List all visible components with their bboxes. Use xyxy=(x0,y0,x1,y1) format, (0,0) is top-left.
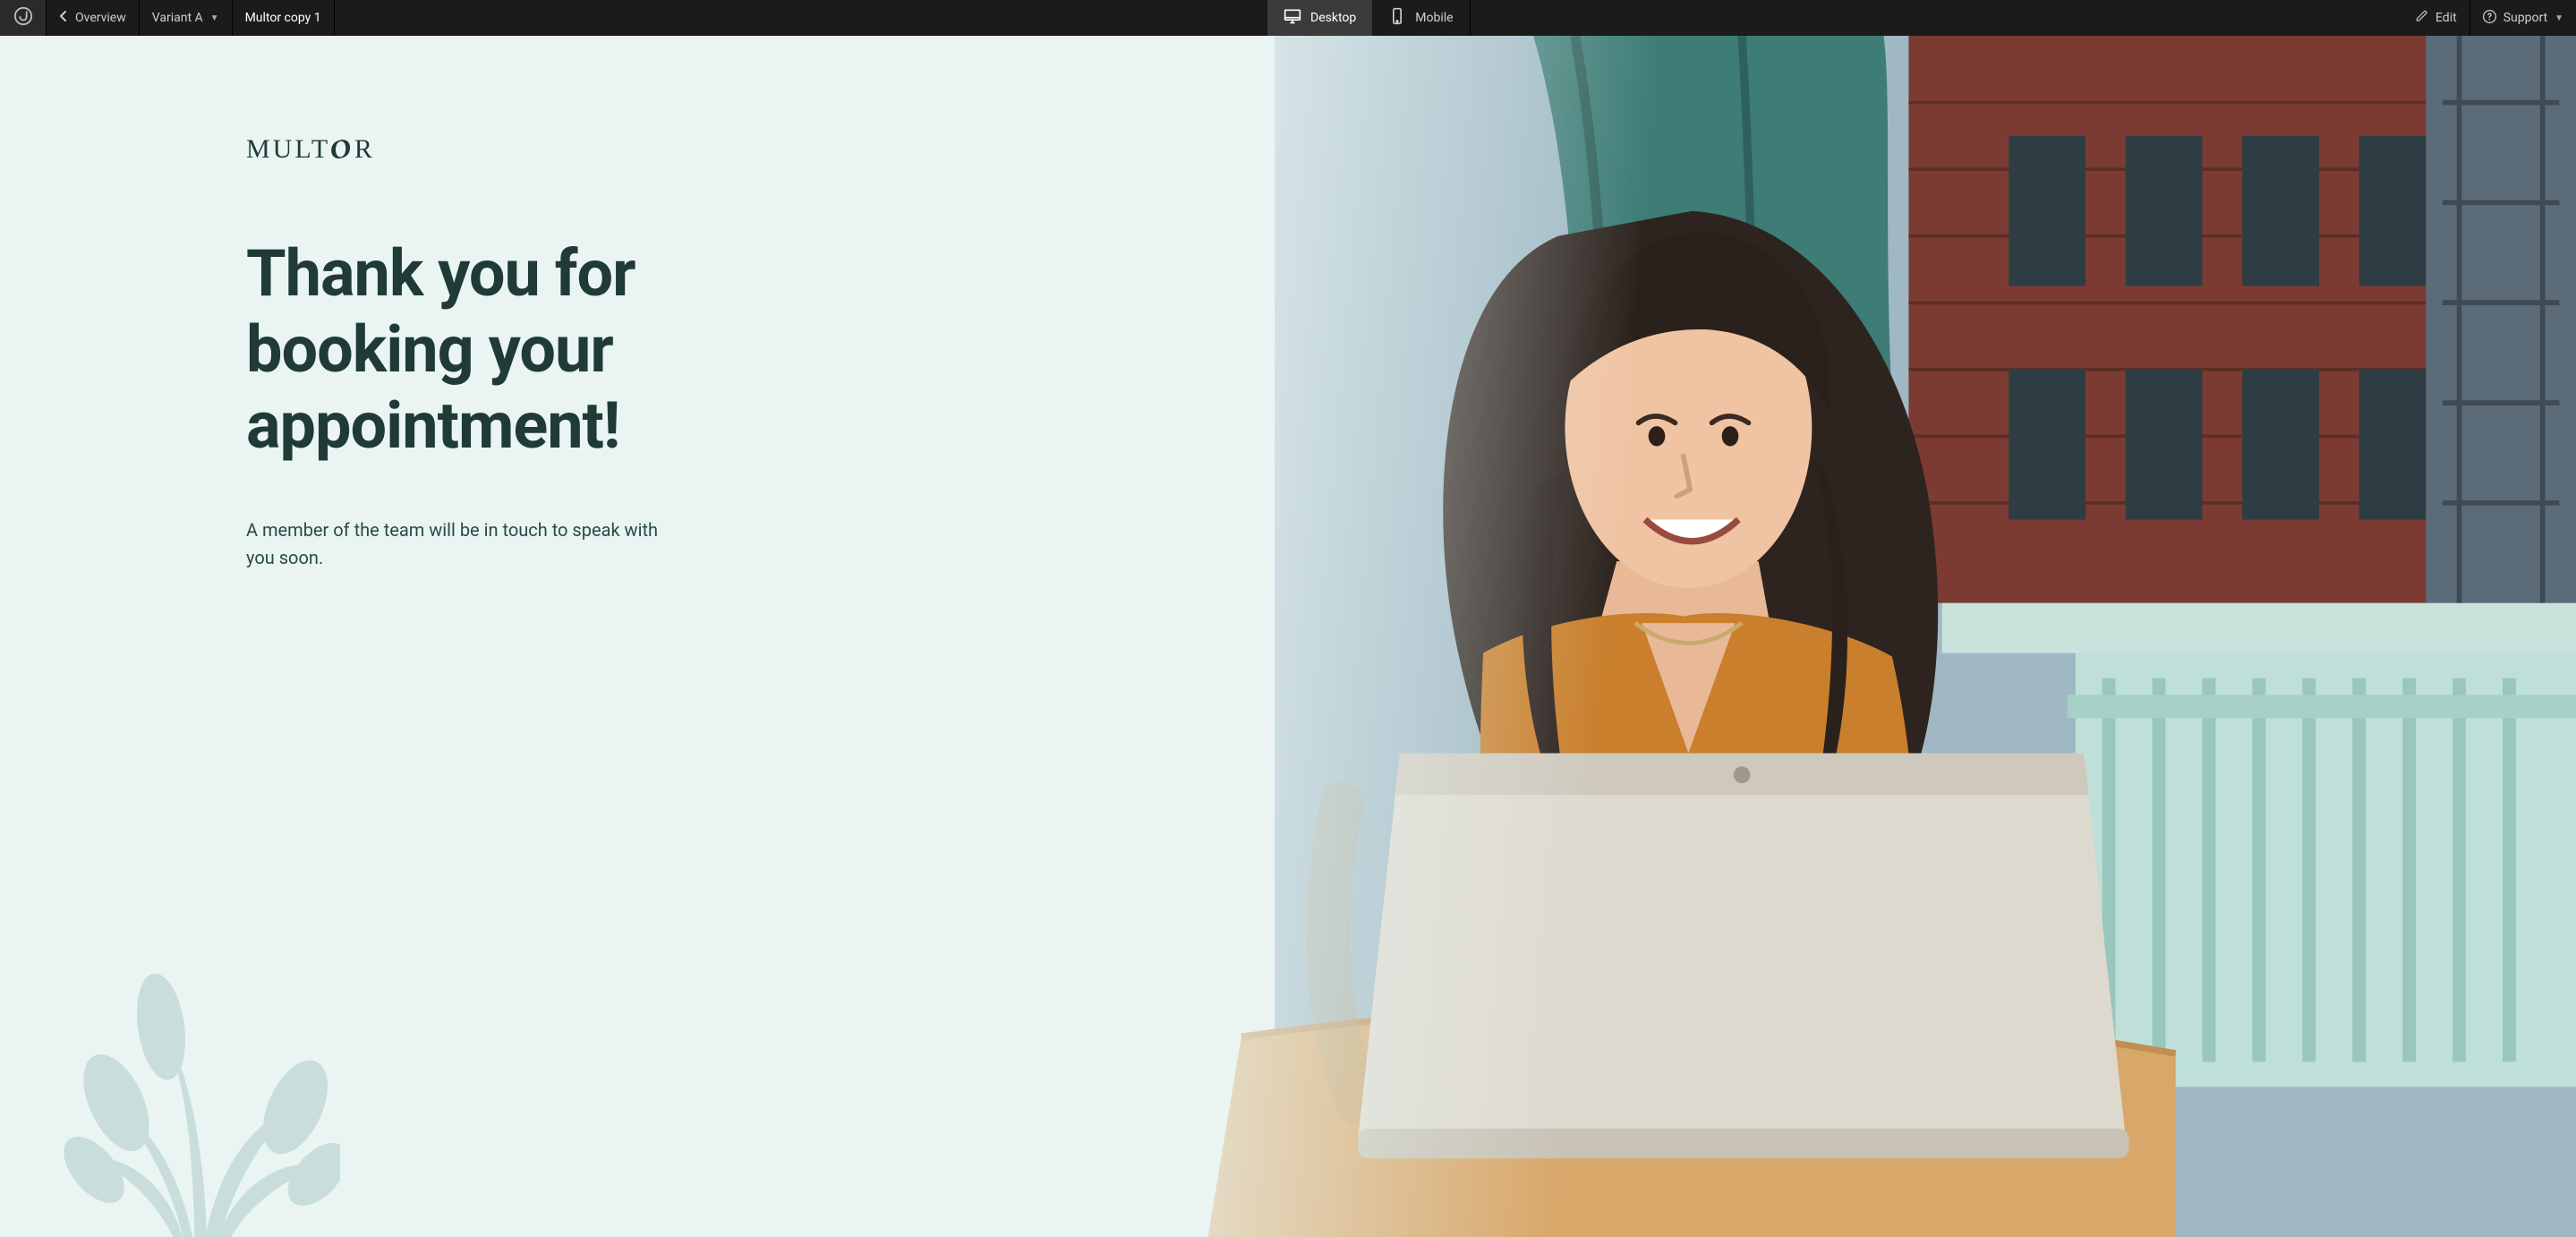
hero-subtext: A member of the team will be in touch to… xyxy=(246,516,658,572)
chevron-left-icon xyxy=(59,11,68,25)
device-mobile-tab[interactable]: Mobile xyxy=(1372,0,1469,36)
brand-text-o: O xyxy=(328,132,358,167)
variant-label: Variant A xyxy=(152,11,203,25)
support-label: Support xyxy=(2503,11,2547,25)
edit-button[interactable]: Edit xyxy=(2403,0,2470,36)
pencil-icon xyxy=(2416,10,2428,26)
mobile-icon xyxy=(1388,7,1406,29)
variant-dropdown[interactable]: Variant A ▼ xyxy=(140,0,233,36)
edit-label: Edit xyxy=(2435,11,2457,25)
overview-nav[interactable]: Overview xyxy=(47,0,140,36)
unbounce-logo-icon xyxy=(13,6,33,30)
device-mobile-label: Mobile xyxy=(1415,11,1453,25)
toolbar-spacer-left xyxy=(335,0,1267,36)
page-tab[interactable]: Multor copy 1 xyxy=(233,0,335,36)
toolbar-spacer-right xyxy=(1471,0,2403,36)
device-desktop-tab[interactable]: Desktop xyxy=(1267,0,1372,36)
page-canvas[interactable]: MULTOR Thank you for booking your appoin… xyxy=(0,36,2576,1237)
device-desktop-label: Desktop xyxy=(1310,11,1356,25)
caret-down-icon: ▼ xyxy=(2555,13,2563,23)
brand-logo: MULTOR xyxy=(246,134,806,165)
app-logo[interactable] xyxy=(0,0,47,36)
hero-content: MULTOR Thank you for booking your appoin… xyxy=(0,36,806,572)
brand-text-prefix: MULT xyxy=(246,134,330,164)
builder-toolbar: Overview Variant A ▼ Multor copy 1 Deskt… xyxy=(0,0,2576,36)
brand-text-suffix: R xyxy=(354,134,375,164)
page-tab-label: Multor copy 1 xyxy=(245,11,321,25)
device-switcher: Desktop Mobile xyxy=(1267,0,1471,36)
support-dropdown[interactable]: Support ▼ xyxy=(2470,0,2576,36)
caret-down-icon: ▼ xyxy=(210,13,219,23)
hero-headline: Thank you for booking your appointment! xyxy=(246,236,801,465)
help-icon xyxy=(2483,10,2496,27)
overview-label: Overview xyxy=(75,11,126,25)
desktop-icon xyxy=(1284,7,1301,29)
